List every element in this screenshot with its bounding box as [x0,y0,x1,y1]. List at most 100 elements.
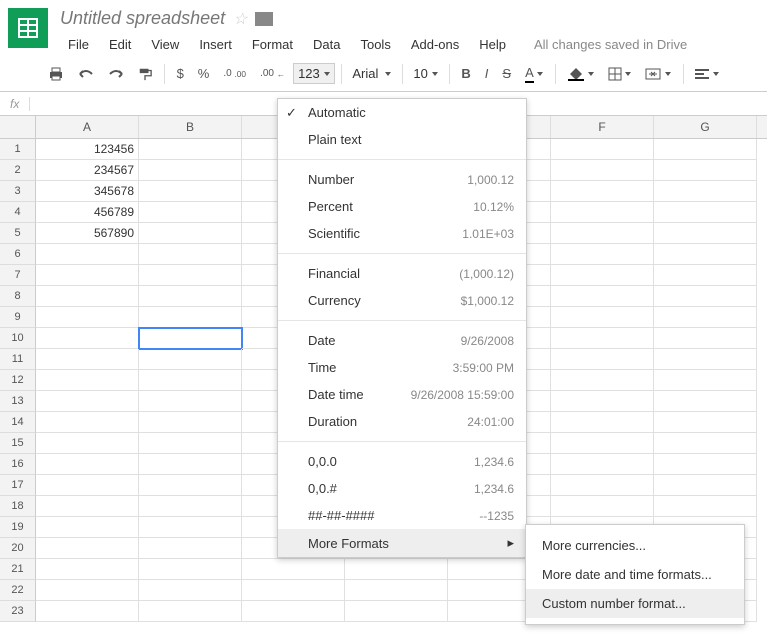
select-all-corner[interactable] [0,116,36,138]
cell[interactable] [36,328,139,349]
cell[interactable] [242,601,345,622]
cell[interactable] [551,496,654,517]
folder-icon[interactable] [255,12,273,26]
cell[interactable] [36,349,139,370]
cell[interactable] [654,202,757,223]
format-custom-3[interactable]: ##-##-####--1235 [278,502,526,529]
cell[interactable] [139,580,242,601]
format-currency[interactable]: $ [171,62,190,85]
cell[interactable] [551,370,654,391]
menu-insert[interactable]: Insert [191,33,240,56]
cell[interactable] [551,328,654,349]
menu-view[interactable]: View [143,33,187,56]
cell[interactable] [139,181,242,202]
format-custom-1[interactable]: 0,0.01,234.6 [278,448,526,475]
font-size-dropdown[interactable]: 10 [408,63,442,84]
cell[interactable] [654,328,757,349]
cell[interactable] [36,538,139,559]
menu-format[interactable]: Format [244,33,301,56]
font-family-dropdown[interactable]: Arial [347,63,395,84]
cell[interactable] [139,349,242,370]
cell[interactable] [242,580,345,601]
row-header[interactable]: 1 [0,139,36,160]
cell[interactable] [654,223,757,244]
row-header[interactable]: 7 [0,265,36,286]
format-currency[interactable]: Currency$1,000.12 [278,287,526,314]
cell[interactable] [551,349,654,370]
menu-data[interactable]: Data [305,33,348,56]
row-header[interactable]: 18 [0,496,36,517]
print-icon[interactable] [42,63,70,85]
cell[interactable] [36,412,139,433]
cell[interactable] [139,223,242,244]
redo-icon[interactable] [102,64,130,84]
format-percent[interactable]: Percent10.12% [278,193,526,220]
cell[interactable] [654,412,757,433]
more-date-time-formats[interactable]: More date and time formats... [526,560,744,589]
row-header[interactable]: 5 [0,223,36,244]
col-header-g[interactable]: G [654,116,757,138]
cell[interactable] [139,538,242,559]
cell[interactable] [139,370,242,391]
col-header-a[interactable]: A [36,116,139,138]
row-header[interactable]: 9 [0,307,36,328]
cell[interactable] [139,160,242,181]
menu-edit[interactable]: Edit [101,33,139,56]
cell[interactable] [654,244,757,265]
decrease-decimal-icon[interactable]: .0 .00 [217,64,252,83]
format-scientific[interactable]: Scientific1.01E+03 [278,220,526,247]
cell[interactable] [36,433,139,454]
col-header-b[interactable]: B [139,116,242,138]
cell[interactable] [551,265,654,286]
row-header[interactable]: 12 [0,370,36,391]
cell[interactable] [654,181,757,202]
row-header[interactable]: 22 [0,580,36,601]
cell[interactable] [654,265,757,286]
strikethrough-button[interactable]: S [496,62,517,85]
cell[interactable] [654,307,757,328]
row-header[interactable]: 14 [0,412,36,433]
cell[interactable] [139,391,242,412]
fill-color-icon[interactable] [562,62,600,85]
cell[interactable] [551,391,654,412]
cell[interactable] [551,454,654,475]
cell[interactable] [139,559,242,580]
cell[interactable] [139,328,242,349]
cell[interactable] [654,160,757,181]
cell[interactable] [345,580,448,601]
cell[interactable] [551,412,654,433]
row-header[interactable]: 3 [0,181,36,202]
cell[interactable] [345,601,448,622]
cell[interactable] [36,496,139,517]
cell[interactable]: 345678 [36,181,139,202]
cell[interactable] [139,517,242,538]
star-icon[interactable]: ☆ [233,9,247,29]
more-currencies[interactable]: More currencies... [526,531,744,560]
cell[interactable] [654,475,757,496]
menu-help[interactable]: Help [471,33,514,56]
cell[interactable] [654,370,757,391]
row-header[interactable]: 2 [0,160,36,181]
menu-tools[interactable]: Tools [352,33,398,56]
cell[interactable] [551,223,654,244]
cell[interactable] [139,496,242,517]
cell[interactable] [139,244,242,265]
custom-number-format[interactable]: Custom number format... [526,589,744,618]
cell[interactable] [36,307,139,328]
row-header[interactable]: 4 [0,202,36,223]
cell[interactable] [36,391,139,412]
cell[interactable] [654,433,757,454]
more-formats-dropdown[interactable]: 123 [293,63,335,84]
increase-decimal-icon[interactable]: .00 ← [254,64,291,83]
menu-file[interactable]: File [60,33,97,56]
row-header[interactable]: 21 [0,559,36,580]
format-automatic[interactable]: ✓Automatic [278,99,526,126]
format-custom-2[interactable]: 0,0.#1,234.6 [278,475,526,502]
cell[interactable] [654,286,757,307]
paint-format-icon[interactable] [132,63,158,85]
row-header[interactable]: 6 [0,244,36,265]
bold-button[interactable]: B [455,62,476,85]
row-header[interactable]: 10 [0,328,36,349]
borders-icon[interactable] [602,62,638,85]
horizontal-align-icon[interactable] [689,62,725,85]
